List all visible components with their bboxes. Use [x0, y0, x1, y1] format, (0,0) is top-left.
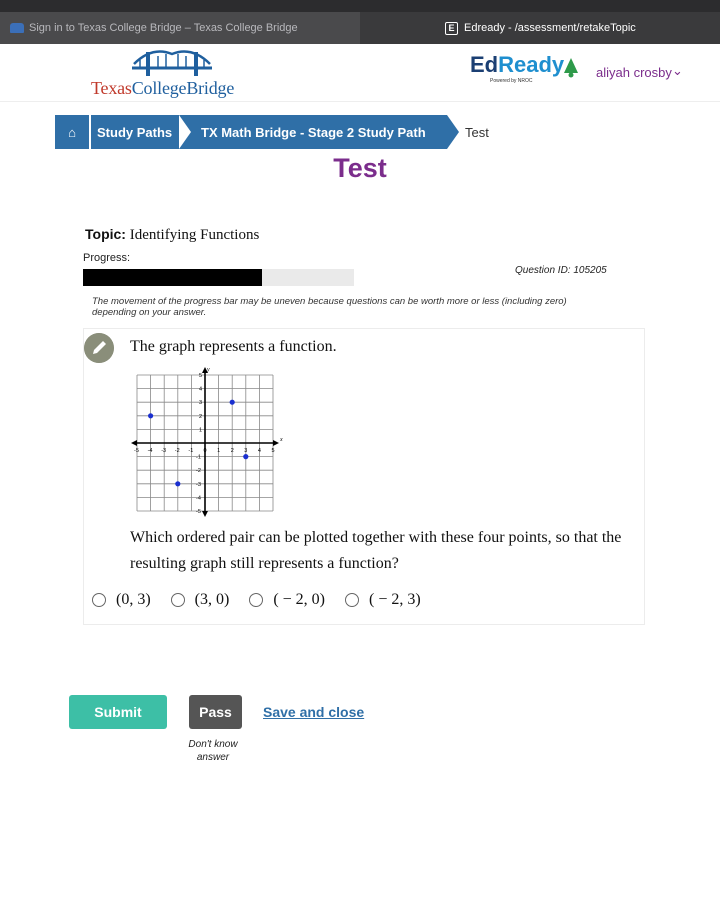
- breadcrumb-study-path[interactable]: TX Math Bridge - Stage 2 Study Path: [179, 115, 459, 149]
- x-tick-label: -4: [148, 448, 153, 454]
- y-tick-label: -5: [196, 509, 201, 515]
- y-tick-label: -2: [196, 468, 201, 474]
- bridge-logo-icon: [132, 50, 212, 76]
- pass-button[interactable]: Pass: [189, 695, 242, 729]
- choice-option[interactable]: (0, 3): [92, 591, 151, 609]
- browser-tab-bar: Sign in to Texas College Bridge – Texas …: [0, 0, 720, 44]
- y-tick-label: 2: [199, 414, 202, 420]
- y-tick-label: 1: [199, 427, 202, 433]
- tab-label: Sign in to Texas College Bridge – Texas …: [29, 22, 298, 34]
- edready-favicon-icon: E: [445, 21, 458, 35]
- tab-label: Edready - /assessment/retakeTopic: [464, 22, 636, 34]
- y-tick-label: 4: [199, 387, 202, 393]
- pass-hint: Don't know answer: [188, 739, 238, 763]
- x-tick-label: -5: [134, 448, 139, 454]
- site-header: TexasCollegeBridge EdReady Powered by NR…: [0, 44, 720, 102]
- topic-value: Identifying Functions: [129, 227, 260, 243]
- question-prompt: Which ordered pair can be plotted togeth…: [130, 529, 622, 572]
- choice-option[interactable]: ( − 2, 0): [249, 591, 325, 609]
- x-tick-label: -2: [175, 448, 180, 454]
- progress-label: Progress:: [83, 252, 131, 264]
- tab-sign-in[interactable]: Sign in to Texas College Bridge – Texas …: [0, 12, 360, 44]
- x-tick-label: 0: [204, 448, 207, 454]
- y-tick-label: 3: [199, 400, 202, 406]
- home-icon[interactable]: ⌂: [55, 115, 89, 149]
- answer-choices: (0, 3) (3, 0) ( − 2, 0) ( − 2, 3): [92, 591, 441, 609]
- x-axis-label: x: [279, 437, 283, 443]
- breadcrumb: ⌂ Study Paths TX Math Bridge - Stage 2 S…: [55, 115, 489, 149]
- x-axis-arrow: [273, 440, 279, 446]
- progress-fill: [83, 269, 262, 286]
- breadcrumb-arrow-icon: [447, 115, 459, 149]
- progress-note: The movement of the progress bar may be …: [92, 296, 567, 318]
- y-axis-label: y: [206, 367, 210, 373]
- x-tick-label: -1: [188, 448, 193, 454]
- choice-option[interactable]: (3, 0): [170, 591, 229, 609]
- x-tick-label: 1: [217, 448, 220, 454]
- x-axis-arrow: [131, 440, 137, 446]
- save-and-close-link[interactable]: Save and close: [263, 704, 364, 720]
- y-tick-label: -1: [196, 455, 201, 461]
- x-tick-label: -3: [161, 448, 166, 454]
- x-tick-label: 4: [258, 448, 261, 454]
- question-statement: The graph represents a function.: [130, 338, 337, 355]
- plotted-point: [229, 399, 235, 405]
- radio-button[interactable]: [92, 593, 106, 607]
- choice-option[interactable]: ( − 2, 3): [345, 591, 421, 609]
- tab-edready[interactable]: E Edready - /assessment/retakeTopic: [360, 12, 720, 44]
- x-tick-label: 5: [272, 448, 275, 454]
- y-tick-label: -3: [196, 482, 201, 488]
- y-tick-label: -4: [196, 495, 201, 501]
- user-menu[interactable]: aliyah crosby: [596, 65, 672, 80]
- radio-button[interactable]: [170, 593, 185, 607]
- progress-bar: [83, 269, 354, 286]
- topic-line: Topic: Identifying Functions: [85, 226, 259, 244]
- breadcrumb-notch-icon: [179, 115, 191, 149]
- question-id: Question ID: 105205: [515, 265, 607, 276]
- plotted-point: [175, 481, 181, 487]
- browser-top-strip: [0, 0, 720, 12]
- plotted-point: [243, 454, 249, 460]
- x-tick-label: 2: [231, 448, 234, 454]
- bell-icon: [564, 58, 578, 78]
- x-tick-label: 3: [244, 448, 247, 454]
- radio-button[interactable]: [345, 593, 359, 607]
- edready-logo[interactable]: EdReady: [470, 52, 564, 78]
- pencil-icon: [84, 333, 114, 363]
- submit-button[interactable]: Submit: [69, 695, 167, 729]
- coordinate-graph: xy-5 -4 -3 -2 -1 0 1 2 3 4 554321-1-2-3-4-5: [131, 367, 283, 517]
- bridge-favicon-icon: [10, 23, 24, 33]
- topic-label: Topic:: [85, 226, 126, 242]
- page-title: Test: [333, 153, 387, 183]
- breadcrumb-study-paths[interactable]: Study Paths: [91, 115, 191, 149]
- radio-button[interactable]: [249, 593, 264, 607]
- powered-by-text: Powered by NROC: [490, 78, 533, 84]
- chevron-down-icon[interactable]: ⌄: [672, 63, 683, 79]
- texas-college-bridge-logo[interactable]: TexasCollegeBridge: [91, 78, 234, 99]
- y-tick-label: 5: [199, 373, 202, 379]
- y-axis-arrow: [202, 511, 208, 517]
- plotted-point: [148, 413, 154, 419]
